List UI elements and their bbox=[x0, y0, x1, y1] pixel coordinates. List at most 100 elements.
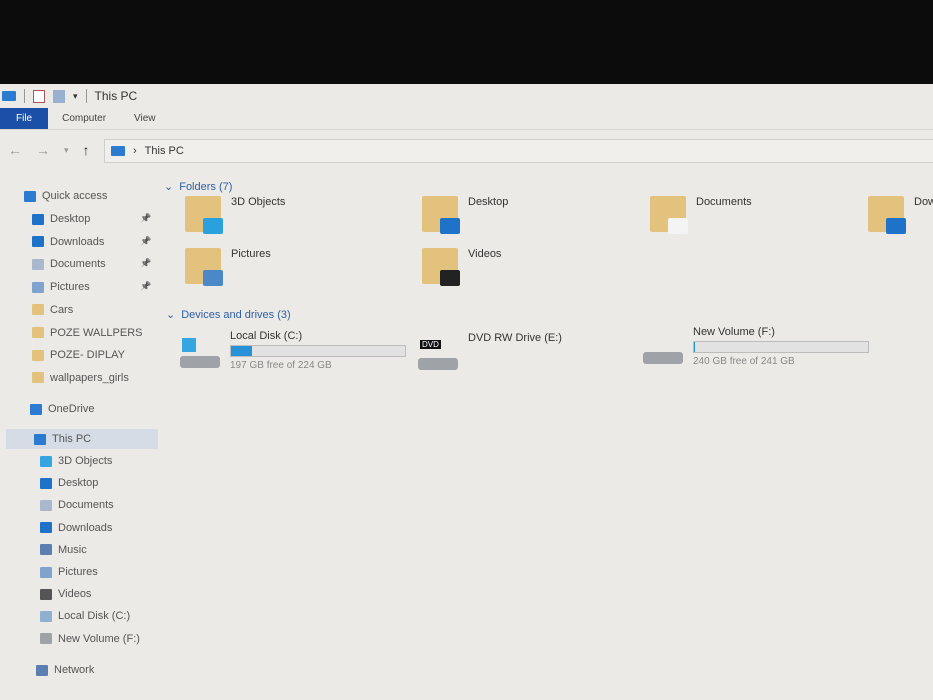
content-pane: ⌄ Folders (7) 3D Objects Desktop Documents D… bbox=[160, 180, 933, 700]
address-bar[interactable]: › This PC bbox=[104, 139, 933, 163]
wallpapers-girls-icon bbox=[32, 372, 44, 384]
sidebar-item-pc-new-volume-f-[interactable]: New Volume (F:) bbox=[40, 629, 140, 649]
ribbon-tabs: File Computer View bbox=[0, 108, 933, 130]
tab-computer[interactable]: Computer bbox=[48, 108, 120, 129]
back-icon[interactable]: ← bbox=[8, 142, 22, 158]
sidebar-item-onedrive[interactable]: OneDrive bbox=[30, 399, 94, 419]
folder-label: Downloads bbox=[914, 196, 933, 208]
pictures-icon bbox=[32, 281, 44, 293]
cars-icon bbox=[32, 304, 44, 316]
forward-icon[interactable]: → bbox=[36, 142, 50, 158]
sidebar-item-poze-diplay[interactable]: POZE- DIPLAY bbox=[32, 345, 125, 365]
divider bbox=[24, 89, 25, 103]
this-pc-icon bbox=[111, 146, 125, 156]
sidebar-item-pc-3d-objects[interactable]: 3D Objects bbox=[40, 451, 112, 471]
sidebar-item-desktop[interactable]: Desktop bbox=[32, 209, 90, 229]
sidebar-item-downloads[interactable]: Downloads bbox=[32, 232, 104, 252]
pin-icon[interactable]: 📌 bbox=[140, 281, 151, 292]
sidebar-item-documents[interactable]: Documents bbox=[32, 254, 106, 274]
title-bar: ▾ This PC bbox=[0, 84, 933, 108]
tab-view[interactable]: View bbox=[120, 108, 170, 129]
drives-group-header[interactable]: ⌄ Devices and drives (3) bbox=[166, 308, 291, 322]
sidebar-item-quick-access-label: Quick access bbox=[42, 190, 108, 202]
sidebar-item-pc-desktop-label: Desktop bbox=[58, 477, 99, 490]
folder-label: Videos bbox=[468, 248, 502, 260]
chevron-down-icon: ⌄ bbox=[166, 309, 176, 321]
folders-header-label: Folders (7) bbox=[179, 180, 233, 193]
folder-3d-objects[interactable]: 3D Objects bbox=[185, 196, 285, 234]
sidebar-item-pc-local-disk-c-[interactable]: Local Disk (C:) bbox=[40, 606, 130, 626]
sidebar-item-desktop-label: Desktop bbox=[50, 213, 91, 225]
sidebar-item-poze-wallpers[interactable]: POZE WALLPERS bbox=[32, 323, 143, 343]
sidebar-item-wallpapers-girls[interactable]: wallpapers_girls bbox=[32, 368, 129, 388]
new-folder-icon[interactable] bbox=[53, 89, 65, 103]
downloads-icon bbox=[32, 236, 44, 248]
folder-videos[interactable]: Videos bbox=[422, 248, 502, 286]
customize-quick-access-icon[interactable]: ▾ bbox=[73, 91, 78, 102]
drive-status: 240 GB free of 241 GB bbox=[693, 356, 795, 367]
pin-icon[interactable]: 📌 bbox=[140, 258, 151, 269]
sidebar-item-pc-documents[interactable]: Documents bbox=[40, 495, 114, 515]
breadcrumb-this-pc[interactable]: This PC bbox=[145, 145, 184, 157]
drive-status: 197 GB free of 224 GB bbox=[230, 360, 332, 371]
windows-drive-icon bbox=[180, 338, 220, 368]
sidebar-item-poze-diplay-label: POZE- DIPLAY bbox=[50, 349, 125, 362]
folder-downloads[interactable]: Downloads bbox=[868, 196, 933, 234]
sidebar-item-pc-new-volume-f--label: New Volume (F:) bbox=[58, 632, 140, 645]
recent-locations-icon[interactable]: ▾ bbox=[64, 145, 69, 156]
sidebar-item-cars[interactable]: Cars bbox=[32, 300, 73, 320]
folder-pictures[interactable]: Pictures bbox=[185, 248, 271, 286]
drive-f[interactable]: New Volume (F:) 240 GB free of 241 GB bbox=[643, 326, 869, 367]
file-explorer-window: ▾ This PC File Computer View ← → ▾ ↑ › T… bbox=[0, 84, 933, 700]
drives-header-label: Devices and drives (3) bbox=[181, 308, 291, 321]
poze-diplay-icon bbox=[32, 349, 44, 361]
drive-c[interactable]: Local Disk (C:) 197 GB free of 224 GB bbox=[180, 330, 406, 371]
sidebar-item-pc-local-disk-c--label: Local Disk (C:) bbox=[58, 610, 131, 623]
sidebar-item-network[interactable]: Network bbox=[36, 660, 94, 680]
drive-usage-bar bbox=[693, 341, 869, 353]
folder-desktop[interactable]: Desktop bbox=[422, 196, 509, 234]
drive-name: DVD RW Drive (E:) bbox=[468, 332, 562, 344]
tab-file[interactable]: File bbox=[0, 108, 49, 129]
sidebar-item-pc-documents-label: Documents bbox=[58, 499, 114, 512]
sidebar-item-onedrive-label: OneDrive bbox=[48, 403, 95, 415]
sidebar-item-quick-access[interactable]: Quick access bbox=[24, 186, 107, 206]
drive-icon bbox=[643, 334, 683, 364]
sidebar-item-pc-pictures[interactable]: Pictures bbox=[40, 562, 98, 582]
folder-icon bbox=[422, 248, 460, 286]
poze-wallpers-icon bbox=[32, 327, 44, 338]
sidebar-item-downloads-label: Downloads bbox=[50, 235, 105, 248]
folder-documents[interactable]: Documents bbox=[650, 196, 752, 234]
sidebar-item-wallpapers-girls-label: wallpapers_girls bbox=[50, 371, 129, 384]
sidebar-item-documents-label: Documents bbox=[50, 258, 106, 271]
sidebar-item-pc-downloads[interactable]: Downloads bbox=[40, 518, 112, 538]
sidebar-item-pc-videos[interactable]: Videos bbox=[40, 584, 91, 604]
sidebar-item-pc-music-label: Music bbox=[58, 543, 87, 556]
documents-icon bbox=[32, 258, 44, 270]
sidebar-item-pc-music[interactable]: Music bbox=[40, 540, 87, 560]
drive-usage-bar bbox=[230, 345, 406, 357]
sidebar-item-this-pc[interactable]: This PC bbox=[6, 429, 158, 449]
pc-videos-icon bbox=[40, 588, 52, 600]
up-icon[interactable]: ↑ bbox=[83, 142, 90, 158]
folders-group-header[interactable]: ⌄ Folders (7) bbox=[164, 180, 233, 194]
pc-downloads-icon bbox=[40, 522, 52, 534]
folder-icon bbox=[422, 196, 460, 234]
folder-icon bbox=[868, 196, 906, 234]
drive-e[interactable]: DVD DVD RW Drive (E:) bbox=[418, 332, 562, 370]
sidebar-item-pc-pictures-label: Pictures bbox=[58, 566, 98, 578]
properties-icon[interactable] bbox=[33, 89, 45, 103]
folder-label: Desktop bbox=[468, 196, 509, 208]
sidebar-item-pc-desktop[interactable]: Desktop bbox=[40, 473, 98, 493]
pc-local-disk-c--icon bbox=[40, 610, 52, 622]
sidebar-item-pictures[interactable]: Pictures bbox=[32, 277, 90, 297]
pin-icon[interactable]: 📌 bbox=[140, 236, 151, 247]
pc-documents-icon bbox=[40, 499, 52, 511]
pin-icon[interactable]: 📌 bbox=[140, 213, 151, 224]
sidebar-item-cars-label: Cars bbox=[50, 303, 74, 316]
sidebar-item-pc-3d-objects-label: 3D Objects bbox=[58, 455, 113, 467]
this-pc-icon bbox=[34, 433, 46, 445]
folder-label: Pictures bbox=[231, 248, 271, 260]
pc-music-icon bbox=[40, 544, 52, 556]
sidebar-item-pc-downloads-label: Downloads bbox=[58, 521, 113, 534]
